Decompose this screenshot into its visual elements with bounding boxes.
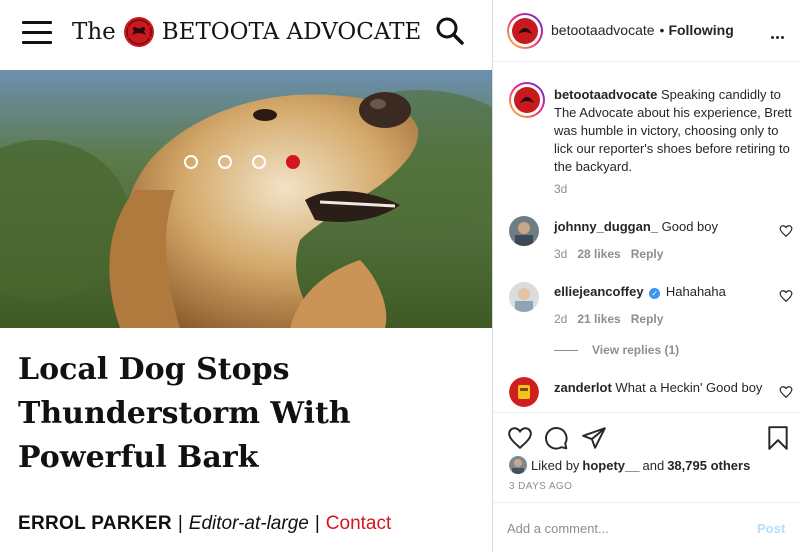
comment-likes[interactable]: 21 likes: [577, 312, 620, 326]
commenter-avatar[interactable]: [509, 377, 539, 407]
brand-name: BETOOTA ADVOCATE: [161, 19, 422, 45]
caption-meta: 3d: [554, 182, 577, 196]
comment-text: elliejeancoffey ✓ Hahahaha: [554, 283, 774, 301]
comment-likes[interactable]: 28 likes: [577, 247, 620, 261]
liked-by-prefix: Liked by: [531, 457, 580, 473]
comment-age: 2d: [554, 312, 568, 326]
crest-icon: [123, 17, 154, 47]
commenter-avatar[interactable]: [509, 282, 539, 312]
caption-age: 3d: [554, 182, 568, 196]
comments-list[interactable]: betootaadvocate Speaking candidly to The…: [493, 62, 800, 412]
reply-button[interactable]: Reply: [631, 312, 664, 326]
reply-button[interactable]: Reply: [631, 247, 664, 261]
header-user: betootaadvocate • Following: [551, 22, 734, 38]
comment-meta: 2d 21 likes Reply: [554, 312, 673, 326]
post-header: betootaadvocate • Following: [493, 0, 800, 62]
comment-text: johnny_duggan_ Good boy: [554, 218, 774, 236]
post-button[interactable]: Post: [757, 521, 785, 536]
byline-separator: |: [177, 513, 183, 534]
liked-by: Liked by hopety__ and 38,795 others: [509, 456, 753, 474]
hero-image: [0, 70, 492, 328]
like-heart-icon[interactable]: [507, 425, 533, 451]
add-comment-bar: Post: [493, 502, 800, 552]
comment-input[interactable]: [507, 515, 737, 541]
masthead: The BETOOTA ADVOCATE: [0, 0, 492, 68]
comment-text: zanderlot What a Heckin' Good boy: [554, 379, 764, 397]
instagram-panel: betootaadvocate • Following betootaadvocat…: [492, 0, 800, 552]
post-actions: Liked by hopety__ and 38,795 others 3 DA…: [493, 412, 800, 502]
liked-by-user[interactable]: hopety__: [582, 458, 639, 473]
caption-text: betootaadvocate Speaking candidly to The…: [554, 86, 794, 176]
byline-separator: |: [314, 513, 320, 534]
more-options-icon[interactable]: [771, 26, 791, 39]
heart-icon[interactable]: [779, 224, 793, 238]
comment-body: What a Heckin' Good boy: [615, 380, 763, 395]
comment-username[interactable]: zanderlot: [554, 380, 612, 395]
byline: ERROL PARKER | Editor-at-large | Contact: [18, 513, 391, 535]
carousel-dot[interactable]: [252, 155, 266, 169]
liked-by-count[interactable]: 38,795 others: [667, 458, 750, 473]
brand-logo[interactable]: The BETOOTA ADVOCATE: [72, 14, 421, 50]
caption-username[interactable]: betootaadvocate: [554, 87, 657, 102]
following-button[interactable]: Following: [668, 22, 733, 38]
comment-username[interactable]: elliejeancoffey: [554, 284, 644, 299]
headline: Local Dog Stops Thunderstorm With Powerf…: [18, 352, 351, 475]
contact-link[interactable]: Contact: [326, 513, 391, 534]
search-icon[interactable]: [434, 15, 466, 47]
comment-meta: 3d 28 likes Reply: [554, 247, 673, 261]
verified-badge-icon: ✓: [649, 288, 661, 299]
article-card: The BETOOTA ADVOCATE Local Dog Stops Thu…: [0, 0, 492, 552]
author-role: Editor-at-large: [188, 513, 309, 534]
share-paper-plane-icon[interactable]: [581, 425, 607, 451]
comment-age: 3d: [554, 247, 568, 261]
view-replies-button[interactable]: View replies (1): [554, 343, 679, 357]
comment-username[interactable]: johnny_duggan_: [554, 219, 658, 234]
heart-icon[interactable]: [779, 289, 793, 303]
post-date: 3 DAYS AGO: [509, 481, 573, 492]
comment-body: Hahahaha: [665, 284, 726, 299]
brand-the: The: [72, 19, 116, 45]
carousel-dot[interactable]: [184, 155, 198, 169]
carousel-dot[interactable]: [286, 155, 300, 169]
heart-icon[interactable]: [779, 385, 793, 399]
liked-by-and: and: [642, 457, 665, 473]
menu-icon[interactable]: [22, 21, 52, 44]
carousel-dot[interactable]: [218, 155, 232, 169]
author-name[interactable]: ERROL PARKER: [18, 513, 172, 534]
crest-icon: [514, 87, 540, 113]
caption-avatar[interactable]: [509, 82, 545, 118]
comment-bubble-icon[interactable]: [543, 425, 569, 451]
comment-body: Good boy: [661, 219, 718, 234]
header-username[interactable]: betootaadvocate: [551, 22, 655, 38]
bookmark-icon[interactable]: [765, 425, 791, 451]
commenter-avatar[interactable]: [509, 216, 539, 246]
header-bullet: •: [659, 22, 665, 38]
profile-avatar[interactable]: [507, 13, 543, 49]
carousel-dots: [184, 155, 300, 169]
liker-avatar[interactable]: [509, 456, 527, 474]
crest-icon: [512, 18, 538, 44]
